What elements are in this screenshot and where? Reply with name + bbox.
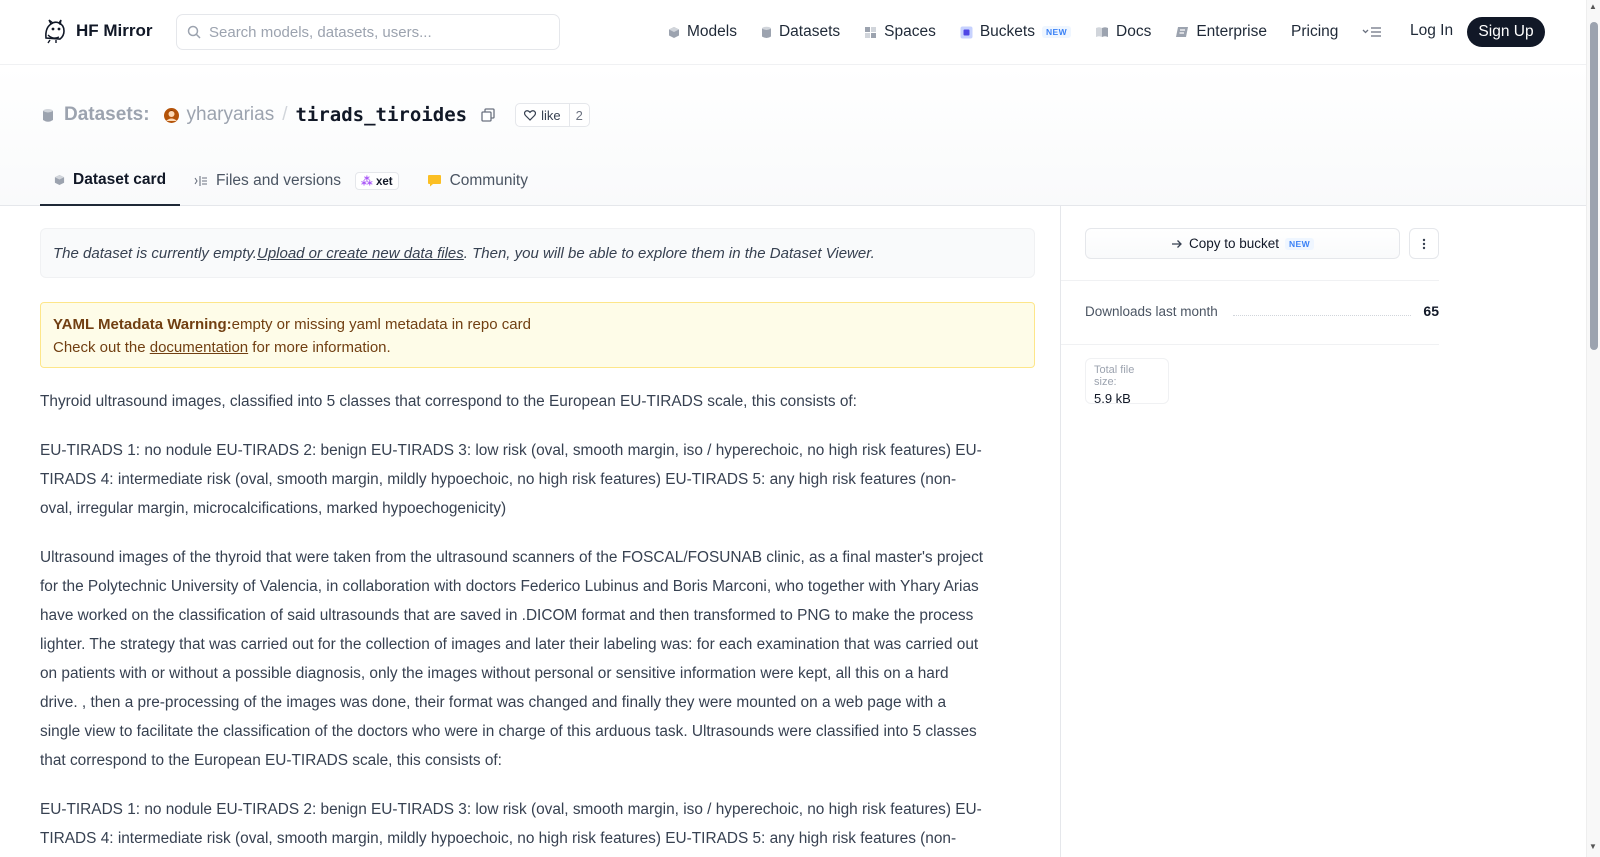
- scroll-up-arrow-icon[interactable]: ▲: [1589, 2, 1597, 11]
- nav-pricing[interactable]: Pricing: [1291, 23, 1338, 41]
- readme-body: Thyroid ultrasound images, classified in…: [40, 387, 985, 857]
- repo-header: Datasets: yharyarias / tirads_tiroides l…: [0, 65, 1586, 206]
- copy-to-bucket-label: Copy to bucket: [1188, 236, 1280, 251]
- enterprise-icon: [1176, 27, 1189, 37]
- copy-icon[interactable]: [481, 108, 495, 122]
- signup-button[interactable]: Sign Up: [1467, 17, 1545, 47]
- community-icon: [427, 175, 441, 187]
- nav-pricing-label: Pricing: [1291, 23, 1339, 40]
- book-icon: [1096, 27, 1109, 37]
- nav-buckets-label: Buckets: [979, 23, 1035, 40]
- warning-line-1: YAML Metadata Warning:empty or missing y…: [53, 313, 1022, 336]
- tab-community-label: Community: [449, 171, 528, 189]
- nav-docs[interactable]: Docs: [1095, 23, 1151, 41]
- main-nav: Models Datasets Spaces Buckets NEW Docs …: [668, 0, 1406, 64]
- tab-dataset-card-label: Dataset card: [73, 170, 167, 188]
- page-scrollbar[interactable]: ▲ ▼: [1586, 0, 1600, 857]
- readme-paragraph-4: EU-TIRADS 1: no nodule EU-TIRADS 2: beni…: [40, 801, 982, 847]
- search-input[interactable]: [209, 23, 539, 41]
- search-icon: [187, 25, 201, 39]
- repo-owner-link[interactable]: yharyarias: [187, 104, 275, 126]
- arrow-right-icon: [1171, 239, 1182, 248]
- like-count[interactable]: 2: [570, 108, 589, 123]
- nav-models[interactable]: Models: [668, 23, 737, 41]
- right-sidebar: Copy to bucket NEW Downloads last month …: [1060, 206, 1586, 857]
- repo-type-label[interactable]: Datasets:: [64, 104, 150, 126]
- like-toggle[interactable]: like: [516, 104, 570, 126]
- xet-icon: ⁂: [360, 175, 373, 188]
- file-size-value: 5.9 kB: [1094, 391, 1131, 406]
- nav-docs-label: Docs: [1116, 23, 1152, 40]
- bucket-icon: [960, 26, 973, 38]
- nav-more-menu[interactable]: [1362, 26, 1382, 38]
- yaml-metadata-warning: YAML Metadata Warning:empty or missing y…: [40, 302, 1035, 368]
- login-link[interactable]: Log In: [1410, 22, 1453, 40]
- readme-paragraph-3: Ultrasound images of the thyroid that we…: [40, 549, 984, 769]
- nav-models-label: Models: [687, 23, 737, 40]
- nav-spaces[interactable]: Spaces: [864, 23, 936, 41]
- xet-badge: ⁂ xet: [354, 171, 399, 190]
- sidebar-divider: [1061, 344, 1439, 345]
- copy-to-bucket-button[interactable]: Copy to bucket NEW: [1085, 228, 1400, 259]
- repo-name[interactable]: tirads_tiroides: [295, 104, 467, 126]
- more-options-button[interactable]: [1409, 228, 1439, 259]
- tab-dataset-card[interactable]: Dataset card: [40, 155, 181, 206]
- grid-icon: [865, 26, 877, 38]
- brand-link[interactable]: HF Mirror: [42, 18, 153, 44]
- kebab-icon: [1422, 238, 1426, 249]
- file-tree-icon: [194, 175, 208, 186]
- nav-enterprise[interactable]: Enterprise: [1175, 23, 1267, 41]
- sidebar-divider: [1061, 280, 1439, 281]
- tab-files-label: Files and versions: [216, 171, 341, 189]
- avatar[interactable]: [163, 107, 179, 123]
- repo-title: Datasets: yharyarias / tirads_tiroides l…: [42, 103, 590, 127]
- like-button[interactable]: like 2: [515, 103, 590, 127]
- tab-community[interactable]: Community: [413, 155, 542, 206]
- nav-datasets[interactable]: Datasets: [761, 23, 840, 41]
- warning-title: YAML Metadata Warning:: [53, 316, 232, 333]
- nav-enterprise-label: Enterprise: [1196, 23, 1267, 40]
- heart-icon: [524, 109, 537, 121]
- readme-paragraph-1: Thyroid ultrasound images, classified in…: [40, 393, 857, 410]
- cube-icon: [669, 26, 679, 38]
- repo-slash: /: [282, 104, 288, 125]
- scroll-down-arrow-icon[interactable]: ▼: [1589, 842, 1597, 851]
- notice-text-pre: The dataset is currently empty.: [53, 244, 257, 262]
- readme-paragraph-2: EU-TIRADS 1: no nodule EU-TIRADS 2: beni…: [40, 442, 982, 517]
- copy-new-badge: NEW: [1285, 237, 1315, 250]
- documentation-link[interactable]: documentation: [150, 339, 248, 356]
- file-size-label: Total file size:: [1094, 364, 1135, 388]
- warning-line2-post: for more information.: [248, 339, 391, 356]
- like-label: like: [541, 107, 561, 123]
- downloads-value: 65: [1423, 303, 1439, 319]
- dataset-card-content: The dataset is currently empty. Upload o…: [40, 206, 1035, 857]
- database-icon: [761, 26, 771, 38]
- search-box[interactable]: [176, 14, 560, 50]
- notice-text-post: . Then, you will be able to explore them…: [463, 244, 875, 262]
- downloads-leader: [1233, 315, 1411, 316]
- warning-line2-pre: Check out the: [53, 339, 150, 356]
- file-size-card: Total file size: 5.9 kB: [1085, 358, 1169, 406]
- menu-icon: [1362, 27, 1382, 37]
- database-icon: [43, 108, 53, 122]
- downloads-label: Downloads last month: [1085, 304, 1218, 319]
- buckets-new-badge: NEW: [1041, 26, 1072, 38]
- nav-spaces-label: Spaces: [884, 23, 936, 40]
- cube-icon: [54, 174, 65, 185]
- tab-files-and-versions[interactable]: Files and versions ⁂ xet: [180, 155, 413, 206]
- scrollbar-thumb[interactable]: [1590, 22, 1598, 350]
- warning-line-2: Check out the documentation for more inf…: [53, 336, 1022, 359]
- nav-buckets[interactable]: Buckets NEW: [960, 23, 1072, 41]
- warning-message: empty or missing yaml metadata in repo c…: [231, 316, 531, 333]
- repo-tabs: Dataset card Files and versions ⁂ xet Co…: [40, 155, 542, 206]
- hf-logo-icon: [45, 19, 65, 44]
- xet-badge-label: xet: [375, 175, 393, 188]
- brand-name: HF Mirror: [76, 21, 153, 40]
- upload-files-link[interactable]: Upload or create new data files: [257, 245, 464, 262]
- empty-dataset-notice: The dataset is currently empty. Upload o…: [40, 228, 1035, 278]
- top-navbar: HF Mirror Models Datasets: [0, 0, 1586, 65]
- nav-datasets-label: Datasets: [778, 23, 841, 40]
